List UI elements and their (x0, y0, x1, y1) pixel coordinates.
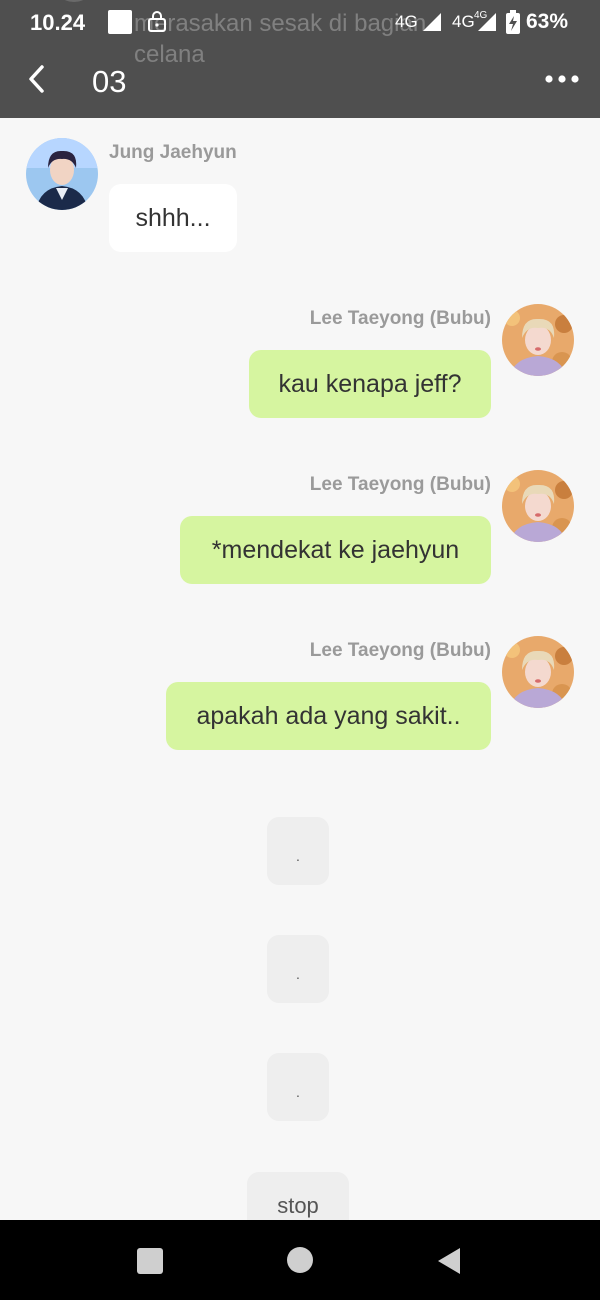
avatar-lee-taeyong[interactable] (502, 304, 574, 376)
notification-app-icon (108, 10, 132, 34)
signal-icon-2 (478, 13, 496, 31)
message-bubble: shhh... (109, 184, 237, 252)
network-type-2: 4G (452, 12, 475, 31)
lock-icon (148, 11, 166, 32)
battery-charging-icon (506, 10, 520, 34)
avatar-lee-taeyong[interactable] (502, 470, 574, 542)
message-bubble: kau kenapa jeff? (249, 350, 491, 418)
recent-apps-icon[interactable] (137, 1248, 163, 1274)
avatar-lee-taeyong[interactable] (502, 636, 574, 708)
narration-bubble: . (267, 1053, 329, 1121)
sender-name: Jung Jaehyun (109, 142, 237, 163)
sender-name: Lee Taeyong (Bubu) (309, 308, 491, 329)
status-time: 10.24 (30, 10, 86, 35)
sender-name: Lee Taeyong (Bubu) (309, 640, 491, 661)
system-navigation-bar (0, 1220, 600, 1300)
sender-name: Lee Taeyong (Bubu) (309, 474, 491, 495)
app-header: merasakan sesak di bagian celana 10.24 4… (0, 0, 600, 118)
avatar-jung-jaehyun[interactable] (26, 138, 98, 210)
home-icon[interactable] (287, 1247, 313, 1273)
story-title: 03 (92, 64, 127, 99)
signal-icon (423, 13, 441, 31)
narration-bubble: . (267, 817, 329, 885)
status-bar: 10.24 4G 4G 4G 63% (0, 0, 600, 44)
more-options-icon[interactable] (544, 70, 580, 88)
back-triangle-icon[interactable] (436, 1246, 462, 1276)
message-bubble: *mendekat ke jaehyun (180, 516, 491, 584)
battery-percent: 63% (526, 10, 569, 33)
narration-bubble: . (267, 935, 329, 1003)
message-bubble: apakah ada yang sakit.. (166, 682, 491, 750)
back-chevron-icon[interactable] (24, 62, 50, 96)
network-type-1: 4G (395, 12, 418, 31)
